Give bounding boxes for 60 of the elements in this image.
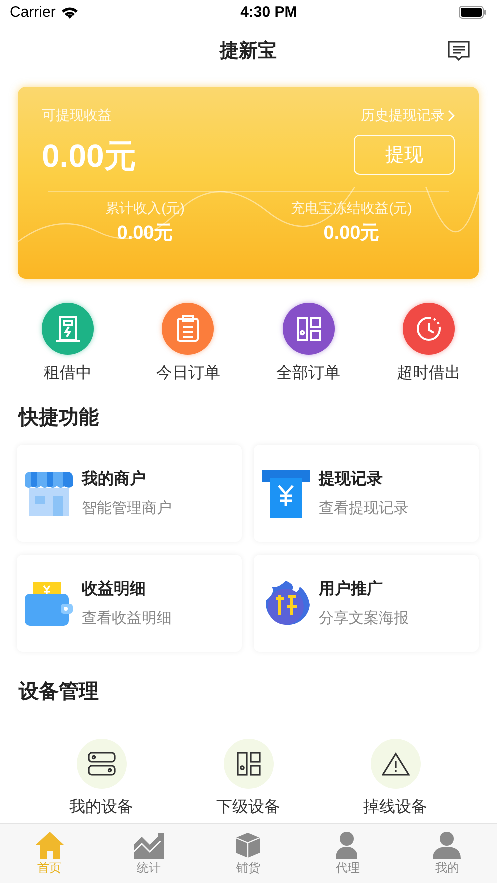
function-card[interactable]: 提现记录 查看提现记录	[254, 445, 479, 542]
section-title: 快捷功能	[17, 406, 100, 431]
card-title: 提现记录	[319, 470, 384, 490]
tab[interactable]: 代理	[298, 824, 398, 883]
message-button[interactable]	[447, 39, 471, 63]
home-icon	[34, 830, 65, 858]
chevron-icon	[448, 110, 455, 122]
card-title: 用户推广	[319, 579, 384, 600]
stat-label: 累计收入(元)	[106, 200, 185, 218]
device-button[interactable]	[76, 739, 126, 789]
tab[interactable]: 铺货	[198, 824, 298, 883]
battery-icon	[458, 6, 487, 19]
balance-label: 可提现收益	[42, 107, 112, 125]
shortcut-label: 超时借出	[396, 364, 461, 384]
balance-amount: 0.00元	[42, 137, 136, 176]
device-button[interactable]	[370, 739, 420, 789]
shortcut-button[interactable]	[162, 303, 214, 355]
tab[interactable]: 我的	[398, 824, 497, 883]
trend-chart-icon	[134, 830, 164, 858]
package-icon	[234, 830, 262, 858]
tab[interactable]: 统计	[99, 824, 199, 883]
stat-label: 充电宝冻结收益(元)	[291, 200, 412, 218]
card-subtitle: 查看提现记录	[319, 499, 409, 518]
card-subtitle: 智能管理商户	[82, 499, 172, 518]
stat-value: 0.00元	[117, 222, 174, 246]
shortcut-label: 今日订单	[156, 364, 220, 384]
grid-icon	[236, 751, 262, 777]
clock-time: 4:30 PM	[240, 4, 298, 21]
warning-icon	[382, 752, 410, 776]
receipt-icon	[262, 470, 310, 518]
device-label: 掉线设备	[364, 798, 428, 818]
shortcut-label: 租借中	[44, 364, 92, 384]
wallet-icon	[25, 580, 73, 628]
storefront-icon	[25, 470, 73, 518]
section-title: 设备管理	[18, 680, 100, 705]
person-icon	[433, 830, 462, 858]
server-stack-icon	[88, 752, 116, 776]
shortcut-button[interactable]	[402, 303, 455, 355]
card-title: 收益明细	[82, 580, 147, 600]
grid-icon	[296, 316, 322, 342]
device-button[interactable]	[224, 739, 274, 789]
shortcut-button[interactable]	[42, 303, 94, 355]
tab[interactable]: 首页	[0, 824, 100, 883]
shortcut-button[interactable]	[282, 303, 335, 355]
function-card[interactable]: 用户推广 分享文案海报	[254, 555, 479, 652]
shortcut-label: 全部订单	[276, 364, 341, 384]
card-subtitle: 查看收益明细	[82, 609, 172, 628]
function-card[interactable]: 我的商户 智能管理商户	[17, 445, 242, 542]
clock-icon	[414, 315, 443, 343]
device-label: 我的设备	[70, 798, 134, 818]
charging-cabinet-icon	[55, 315, 82, 343]
device-label: 下级设备	[216, 798, 280, 818]
page-title: 捷新宝	[220, 40, 277, 64]
carrier-label: Carrier	[10, 4, 56, 21]
stat-value: 0.00元	[324, 222, 380, 246]
clipboard-icon	[175, 315, 202, 343]
card-subtitle: 分享文案海报	[319, 609, 409, 628]
wifi-icon	[60, 6, 79, 19]
card-title: 我的商户	[82, 469, 147, 490]
function-card[interactable]: 收益明细 查看收益明细	[17, 555, 242, 652]
